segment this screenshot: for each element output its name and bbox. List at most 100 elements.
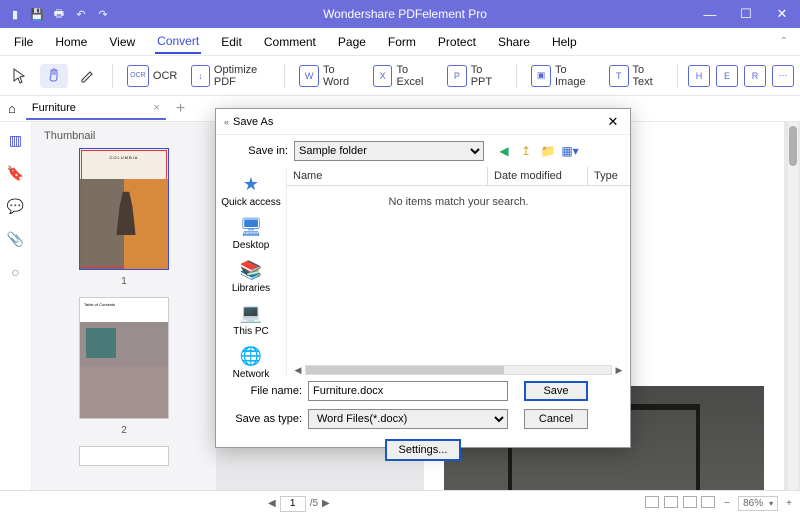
dialog-title: Save As [233, 116, 604, 128]
place-network[interactable]: 🌐Network [233, 343, 270, 382]
redo-icon[interactable]: ↷ [96, 7, 110, 21]
close-button[interactable]: ✕ [764, 0, 800, 28]
thumb-title-2: Table of Contents [80, 298, 168, 322]
page-number-input[interactable] [280, 496, 306, 512]
thumbnail-page-3[interactable] [79, 446, 169, 466]
scrollbar-vertical[interactable] [788, 122, 798, 490]
menu-home[interactable]: Home [53, 31, 89, 53]
zoom-out-icon[interactable]: − [724, 498, 730, 509]
tab-furniture[interactable]: Furniture × [26, 98, 166, 120]
print-icon[interactable]: 🖶 [52, 7, 66, 21]
save-as-dialog: « Save As ✕ Save in: Sample folder ◀ ↥ 📁… [215, 108, 631, 448]
saveastype-dropdown[interactable]: Word Files(*.docx) [308, 409, 508, 429]
zoom-in-icon[interactable]: + [786, 498, 792, 509]
optimize-button[interactable]: ↓Optimize PDF [187, 62, 274, 90]
ocr-button[interactable]: OCROCR [123, 63, 181, 89]
image-icon: ▣ [531, 65, 551, 87]
menu-protect[interactable]: Protect [436, 31, 478, 53]
place-desktop[interactable]: 🖥Desktop [233, 214, 270, 253]
menu-page[interactable]: Page [336, 31, 368, 53]
edit-tool[interactable] [74, 64, 102, 88]
undo-icon[interactable]: ↶ [74, 7, 88, 21]
thumbnail-heading: Thumbnail [40, 128, 208, 148]
scroll-right-icon[interactable]: ▶ [612, 365, 626, 376]
to-text-button[interactable]: TTo Text [605, 62, 667, 90]
search-icon[interactable]: ○ [11, 264, 19, 280]
horizontal-scrollbar[interactable]: ◀ ▶ [287, 363, 630, 377]
to-epub-icon[interactable]: E [716, 65, 738, 87]
to-html-icon[interactable]: H [688, 65, 710, 87]
window-title: Wondershare PDFelement Pro [118, 7, 692, 21]
col-name[interactable]: Name [287, 167, 488, 185]
saveastype-label: Save as type: [226, 413, 302, 425]
facing-continuous-icon[interactable] [701, 496, 715, 508]
select-tool[interactable] [6, 64, 34, 88]
menu-bar: File Home View Convert Edit Comment Page… [0, 28, 800, 56]
collapse-ribbon-icon[interactable]: ⌃ [780, 36, 788, 47]
save-in-dropdown[interactable]: Sample folder [294, 141, 484, 161]
nav-up-icon[interactable]: ↥ [518, 143, 534, 159]
thumbnails-icon[interactable]: ▥ [9, 132, 22, 149]
cancel-button[interactable]: Cancel [524, 409, 588, 429]
menu-convert[interactable]: Convert [155, 30, 201, 54]
thumbnail-page-2[interactable]: Table of Contents [79, 297, 169, 419]
comments-icon[interactable]: 💬 [7, 198, 24, 215]
to-word-button[interactable]: WTo Word [295, 62, 363, 90]
thumb-label-2: 2 [40, 425, 208, 436]
ocr-icon: OCR [127, 65, 149, 87]
dialog-close-button[interactable]: ✕ [604, 114, 622, 130]
col-type[interactable]: Type [588, 167, 630, 185]
hand-tool[interactable] [40, 64, 68, 88]
menu-share[interactable]: Share [496, 31, 532, 53]
menu-help[interactable]: Help [550, 31, 579, 53]
save-icon[interactable]: 💾 [30, 7, 44, 21]
minimize-button[interactable]: — [692, 0, 728, 28]
save-button[interactable]: Save [524, 381, 588, 401]
app-logo-icon: ▮ [8, 7, 22, 21]
menu-edit[interactable]: Edit [219, 31, 244, 53]
page-indicator: ◀ /5 ▶ [268, 496, 330, 512]
prev-page-icon[interactable]: ◀ [268, 498, 276, 509]
place-quick-access[interactable]: ★Quick access [221, 171, 280, 210]
to-other-icon[interactable]: ⋯ [772, 65, 794, 87]
excel-icon: X [373, 65, 393, 87]
page-total: /5 [310, 498, 318, 509]
nav-new-folder-icon[interactable]: 📁 [540, 143, 556, 159]
place-libraries[interactable]: 📚Libraries [232, 257, 270, 296]
next-page-icon[interactable]: ▶ [322, 498, 330, 509]
nav-views-icon[interactable]: ▦▾ [562, 143, 578, 159]
dialog-back-icon[interactable]: « [224, 117, 229, 127]
zoom-dropdown[interactable]: 86%▾ [738, 496, 778, 511]
save-in-label: Save in: [226, 145, 288, 157]
places-bar: ★Quick access 🖥Desktop 📚Libraries 💻This … [216, 167, 286, 377]
tab-close-icon[interactable]: × [153, 102, 159, 114]
to-excel-button[interactable]: XTo Excel [369, 62, 437, 90]
facing-icon[interactable] [683, 496, 697, 508]
filename-label: File name: [226, 385, 302, 397]
maximize-button[interactable]: ☐ [728, 0, 764, 28]
toolbar: OCROCR ↓Optimize PDF WTo Word XTo Excel … [0, 56, 800, 96]
new-tab-button[interactable]: + [176, 100, 185, 118]
menu-comment[interactable]: Comment [262, 31, 318, 53]
thumbnail-panel: Thumbnail COLUMBIA 1 Table of Contents 2 [32, 122, 216, 490]
column-headers[interactable]: Name Date modified Type [287, 167, 630, 186]
to-image-button[interactable]: ▣To Image [527, 62, 599, 90]
menu-file[interactable]: File [12, 31, 35, 53]
filename-input[interactable] [308, 381, 508, 401]
menu-view[interactable]: View [107, 31, 137, 53]
col-modified[interactable]: Date modified [488, 167, 588, 185]
scroll-left-icon[interactable]: ◀ [291, 365, 305, 376]
nav-back-icon[interactable]: ◀ [496, 143, 512, 159]
menu-form[interactable]: Form [386, 31, 418, 53]
settings-button[interactable]: Settings... [385, 439, 462, 461]
home-tab-icon[interactable]: ⌂ [8, 101, 16, 116]
bookmarks-icon[interactable]: 🔖 [7, 165, 24, 182]
place-this-pc[interactable]: 💻This PC [233, 300, 269, 339]
to-ppt-button[interactable]: PTo PPT [443, 62, 506, 90]
single-page-icon[interactable] [645, 496, 659, 508]
continuous-icon[interactable] [664, 496, 678, 508]
view-mode-group [644, 496, 716, 511]
thumbnail-page-1[interactable]: COLUMBIA [79, 148, 169, 270]
to-rtf-icon[interactable]: R [744, 65, 766, 87]
attachments-icon[interactable]: 📎 [7, 231, 24, 248]
